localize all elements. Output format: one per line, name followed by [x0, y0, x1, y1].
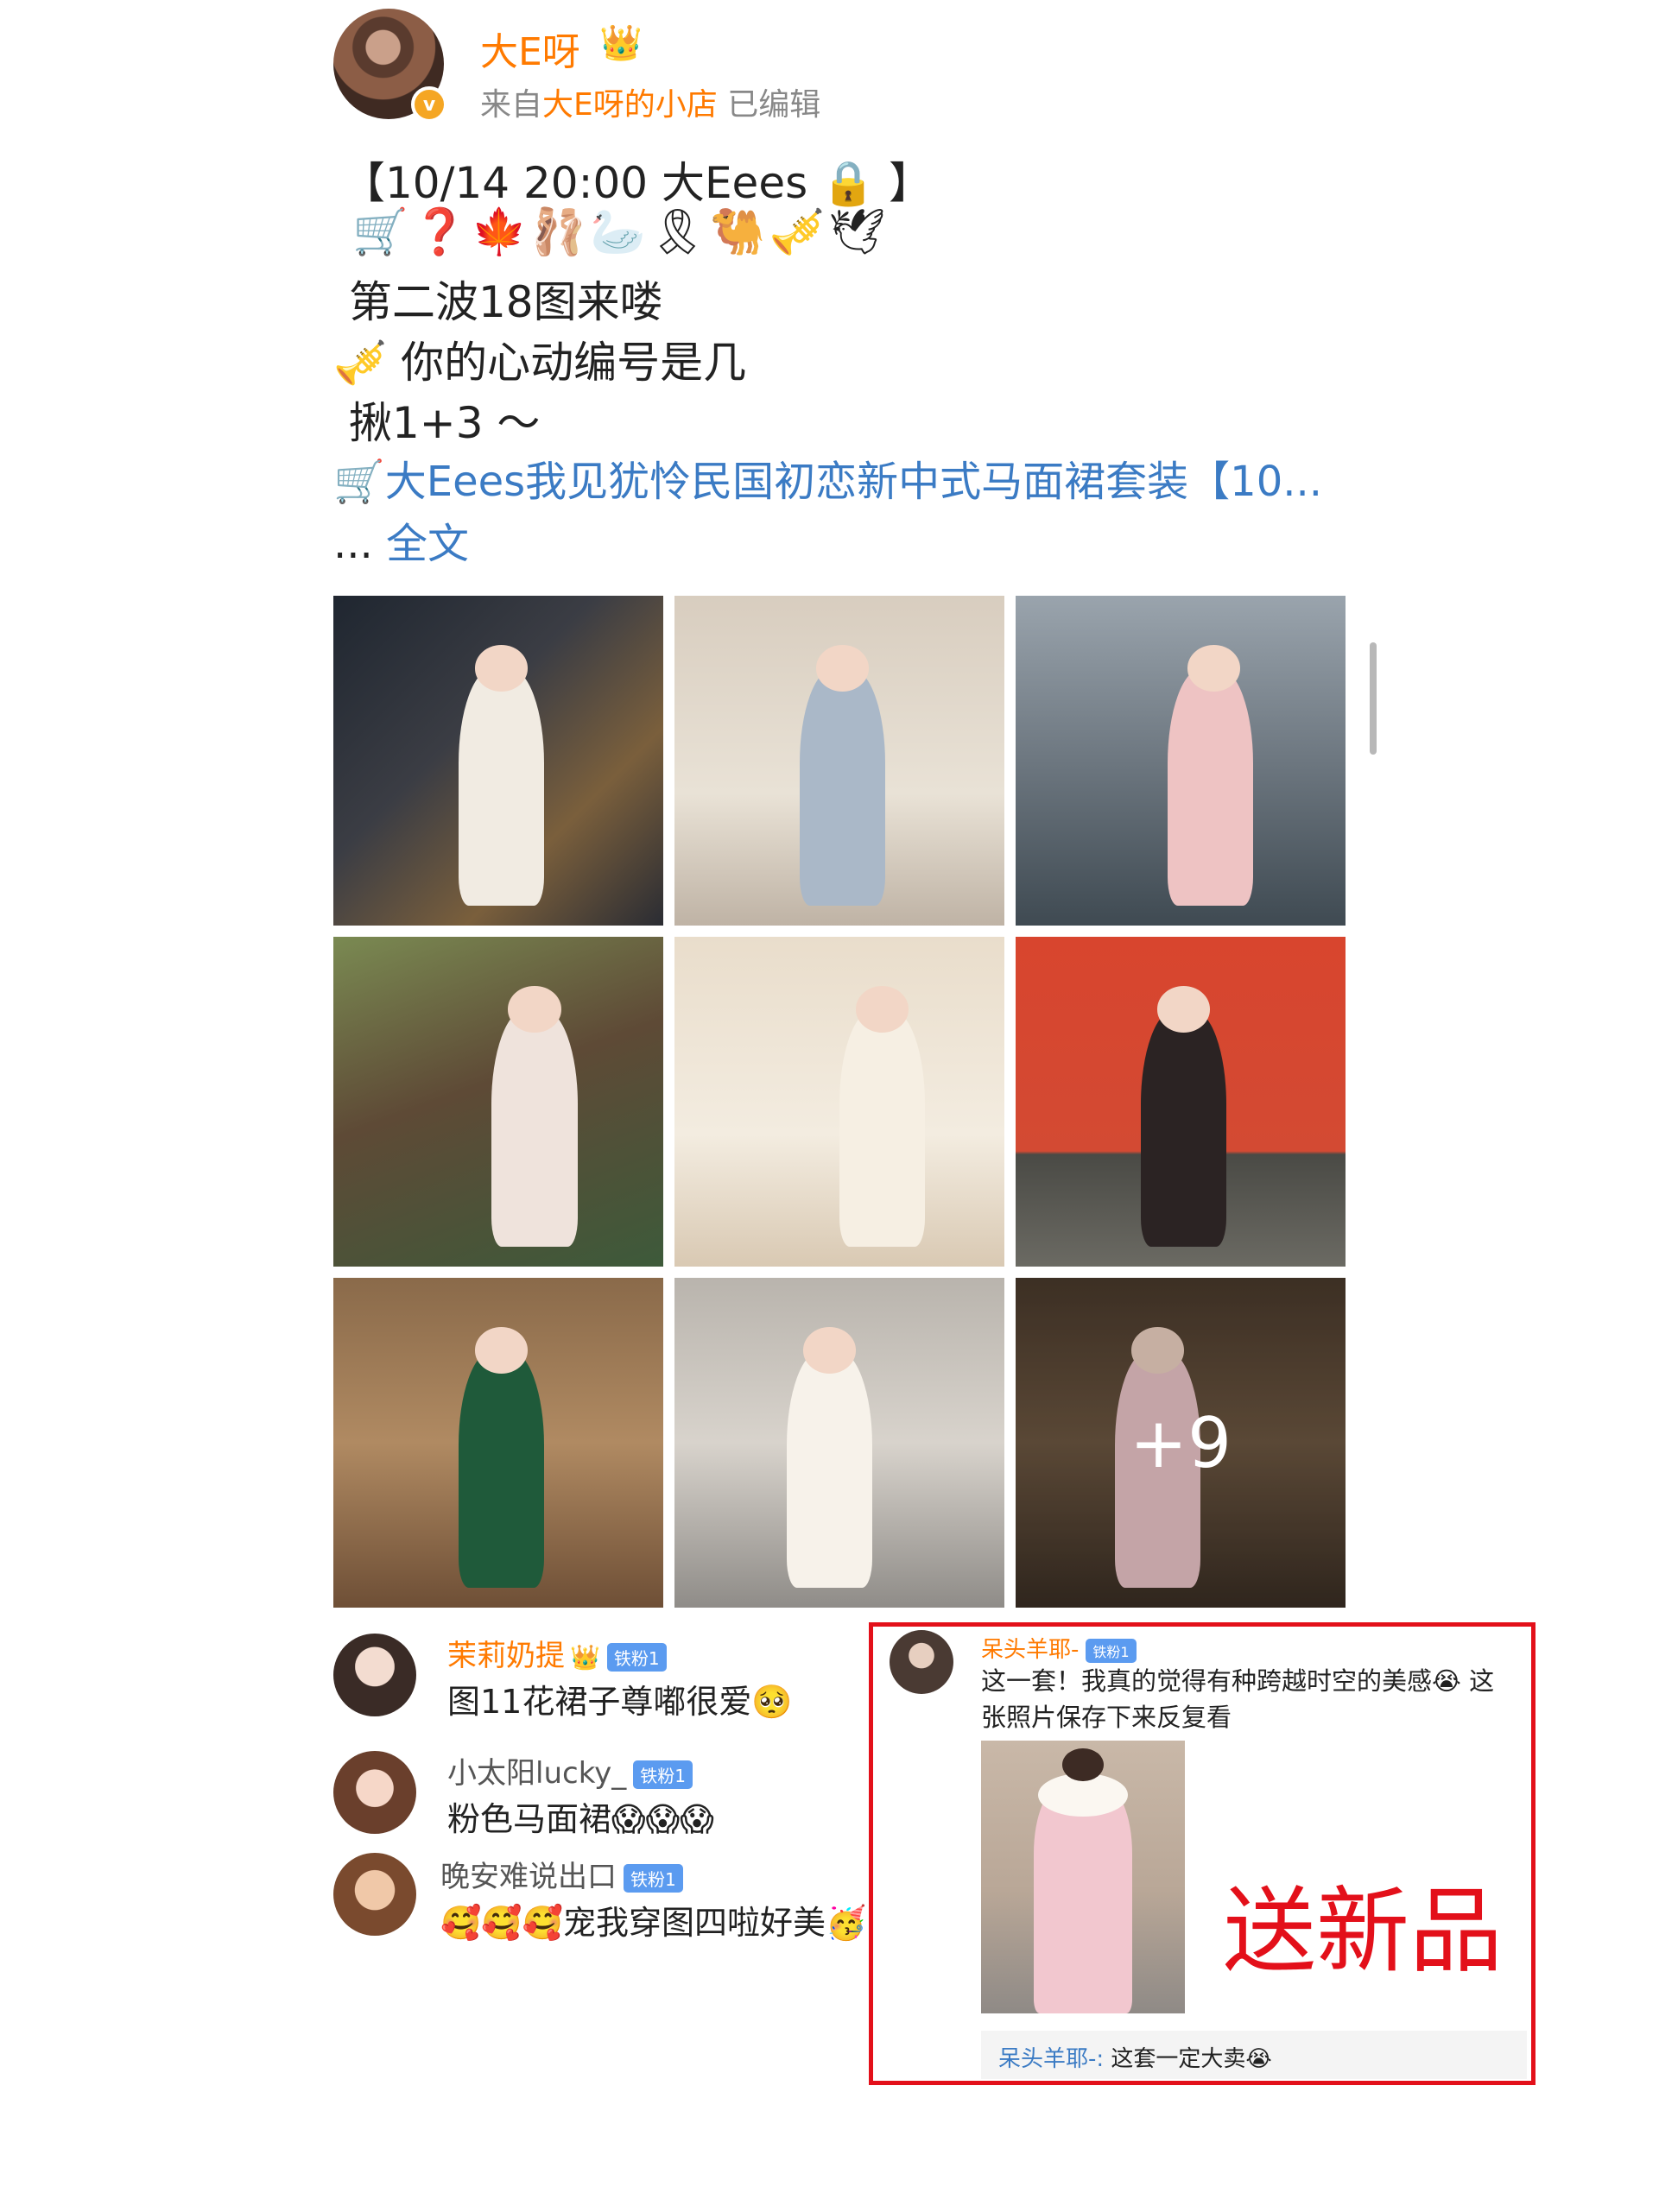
- source-prefix: 来自: [480, 87, 543, 123]
- crown-icon: 👑: [570, 1643, 600, 1672]
- gallery-face: [816, 645, 870, 692]
- comment-avatar[interactable]: [333, 1853, 416, 1936]
- source-shop-link[interactable]: 大E呀的小店: [542, 87, 718, 123]
- comment-text: 图11花裙子尊嘟很爱🥺: [447, 1683, 793, 1721]
- highlight-comment-text: 这一套！我真的觉得有种跨越时空的美感😭 这张照片保存下来反复看: [981, 1666, 1495, 1732]
- gallery-image-4[interactable]: [333, 937, 663, 1267]
- comment-avatar[interactable]: [333, 1751, 416, 1834]
- gallery-figure: [459, 1350, 545, 1589]
- more-images-count[interactable]: +9: [1016, 1278, 1346, 1608]
- comment-username-text: 晚安难说出口: [440, 1860, 617, 1894]
- photo-head: [1062, 1748, 1104, 1782]
- expand-row: ... 全文: [333, 509, 469, 570]
- gallery-image-9[interactable]: +9: [1016, 1278, 1346, 1608]
- product-link[interactable]: 🛒大Eees我见犹怜民国初恋新中式马面裙套装【10...: [333, 447, 1322, 508]
- gallery-figure: [1141, 1009, 1227, 1248]
- reply-text: 这套一定大卖😭: [1104, 2046, 1272, 2072]
- gallery-image-8[interactable]: [674, 1278, 1004, 1608]
- comment-username[interactable]: 茉莉奶提 👑 铁粉1: [447, 1632, 667, 1674]
- gift-stamp: 送新品: [1223, 1878, 1504, 1986]
- verified-badge-icon: v: [411, 86, 447, 123]
- gallery-image-1[interactable]: [333, 596, 663, 926]
- fan-badge: 铁粉1: [624, 1864, 683, 1893]
- comment-text: 🥰🥰🥰宠我穿图四啦好美🥳: [440, 1904, 867, 1942]
- edited-label: 已编辑: [727, 87, 821, 123]
- full-text-link[interactable]: 全文: [386, 520, 469, 568]
- comment-text: 粉色马面裙😱😱😱: [447, 1800, 714, 1838]
- gallery-image-6[interactable]: [1016, 937, 1346, 1267]
- comment-username[interactable]: 晚安难说出口 铁粉1: [440, 1853, 683, 1895]
- fan-badge: 铁粉1: [633, 1760, 693, 1789]
- reply-preview-text: 呆头羊耶-: 这套一定大卖😭: [998, 2041, 1272, 2073]
- gallery-figure: [459, 668, 545, 907]
- poster-username[interactable]: 大E呀: [480, 21, 580, 76]
- fan-badge: 铁粉1: [606, 1643, 667, 1672]
- gallery-face: [475, 1327, 529, 1374]
- gallery-image-3[interactable]: [1016, 596, 1346, 926]
- gallery-image-5[interactable]: [674, 937, 1004, 1267]
- ellipsis: ...: [333, 520, 387, 568]
- post-line-2: 第二波18图来喽: [349, 277, 663, 327]
- gallery-figure: [839, 1009, 926, 1248]
- comment-username-text: 小太阳lucky_: [447, 1756, 627, 1791]
- gallery-face: [856, 986, 909, 1033]
- comment-username[interactable]: 小太阳lucky_ 铁粉1: [447, 1749, 693, 1792]
- post-emoji-line: 🛒❓🍁🩰🦢🎗🐫🎺🕊: [352, 206, 890, 258]
- highlight-commenter-name-text: 呆头羊耶-: [981, 1637, 1080, 1663]
- comment-avatar[interactable]: [333, 1634, 416, 1716]
- reply-author[interactable]: 呆头羊耶-:: [998, 2046, 1104, 2072]
- gallery-face: [475, 645, 529, 692]
- scrollbar[interactable]: [1370, 642, 1377, 755]
- gallery-image-2[interactable]: [674, 596, 1004, 926]
- gallery-face: [802, 1327, 857, 1374]
- post-line-4: 揪1+3 ～: [349, 398, 541, 448]
- comment-username-text: 茉莉奶提: [447, 1639, 565, 1673]
- crown-icon: 👑: [599, 23, 643, 63]
- gallery-face: [1187, 645, 1240, 692]
- post-line-3: 🎺 你的心动编号是几: [333, 338, 747, 388]
- fan-badge: 铁粉1: [1086, 1638, 1137, 1663]
- highlight-commenter-name[interactable]: 呆头羊耶- 铁粉1: [981, 1632, 1137, 1664]
- gallery-face: [508, 986, 561, 1033]
- highlight-comment-photo[interactable]: [981, 1741, 1185, 2013]
- post-line-1: 【10/14 20:00 大Eees 🔒 】: [342, 158, 933, 208]
- gallery-figure: [800, 668, 886, 907]
- gallery-face: [1157, 986, 1211, 1033]
- highlight-commenter-avatar[interactable]: [890, 1630, 953, 1694]
- post-source: 来自大E呀的小店 已编辑: [480, 79, 820, 124]
- photo-figure: [1034, 1784, 1132, 2013]
- gallery-image-7[interactable]: [333, 1278, 663, 1608]
- gallery-figure: [491, 1009, 578, 1248]
- gallery-figure: [1167, 668, 1254, 907]
- gallery-figure: [786, 1350, 873, 1589]
